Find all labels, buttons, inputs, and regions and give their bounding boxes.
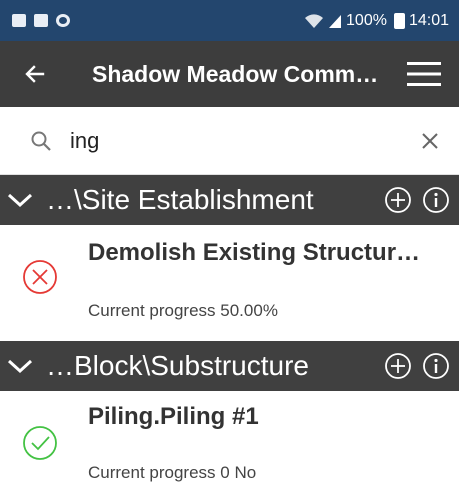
task-progress: Current progress 0 No	[88, 463, 257, 482]
battery-icon	[393, 12, 405, 29]
clear-search-button[interactable]	[410, 132, 450, 150]
image-icon	[34, 14, 48, 27]
add-circle-icon	[385, 353, 411, 379]
error-status-icon	[22, 259, 58, 300]
hamburger-icon	[407, 62, 441, 86]
info-icon	[423, 353, 449, 379]
status-bar: 100% 14:01	[0, 0, 459, 41]
status-left-icons	[12, 14, 70, 27]
menu-button[interactable]	[389, 41, 459, 107]
info-button[interactable]	[421, 185, 451, 215]
task-progress: Current progress 50.00%	[88, 301, 278, 320]
wifi-icon	[305, 13, 324, 28]
group-title: …Block\Substructure	[46, 350, 309, 381]
page-title: Shadow Meadow Comm…	[92, 60, 379, 87]
close-icon	[422, 132, 438, 149]
battery-percent: 100%	[346, 11, 387, 29]
group-header[interactable]: …Block\Substructure	[0, 341, 459, 391]
check-status-icon	[22, 425, 58, 466]
sync-icon	[56, 14, 70, 27]
info-icon	[423, 187, 449, 213]
back-button[interactable]	[0, 41, 70, 107]
search-icon	[30, 130, 62, 152]
list-item[interactable]: Piling.Piling #1 Current progress 0 No	[0, 391, 459, 484]
info-button[interactable]	[421, 351, 451, 381]
search-bar	[0, 107, 459, 175]
notification-icon	[12, 14, 26, 27]
group-title: …\Site Establishment	[46, 184, 314, 215]
search-input[interactable]	[70, 127, 400, 154]
add-button[interactable]	[383, 351, 413, 381]
group-header[interactable]: …\Site Establishment	[0, 175, 459, 225]
add-button[interactable]	[383, 185, 413, 215]
app-bar: Shadow Meadow Comm…	[0, 41, 459, 107]
back-arrow-icon	[25, 65, 45, 83]
clock: 14:01	[408, 11, 449, 29]
task-title: Demolish Existing Structur…	[88, 239, 421, 266]
chevron-down-icon[interactable]	[2, 192, 38, 208]
chevron-down-icon[interactable]	[2, 358, 38, 374]
list-item[interactable]: Demolish Existing Structur… Current prog…	[0, 225, 459, 341]
add-circle-icon	[385, 187, 411, 213]
task-title: Piling.Piling #1	[88, 403, 259, 430]
status-right: 100% 14:01	[304, 12, 449, 30]
signal-icon	[329, 14, 342, 28]
